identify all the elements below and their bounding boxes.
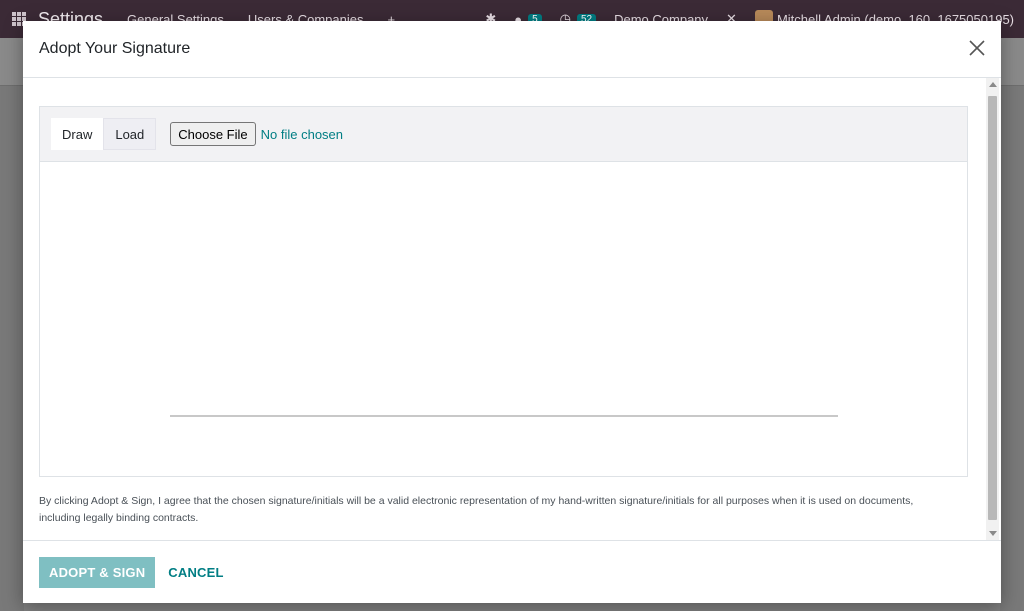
close-button[interactable] — [967, 37, 987, 59]
dialog-header: Adopt Your Signature — [23, 21, 1001, 78]
close-icon — [969, 40, 985, 56]
scroll-up-icon[interactable] — [989, 82, 997, 87]
cancel-button[interactable]: CANCEL — [168, 565, 223, 580]
dialog-scrollbar[interactable] — [986, 78, 999, 540]
signature-toolbar: Draw Load Choose File No file chosen — [40, 107, 967, 162]
tab-draw[interactable]: Draw — [51, 118, 104, 150]
dialog-body: Draw Load Choose File No file chosen By … — [23, 78, 1001, 540]
signature-canvas[interactable] — [40, 162, 967, 476]
adopt-and-sign-button[interactable]: ADOPT & SIGN — [39, 556, 156, 588]
adopt-signature-dialog: Adopt Your Signature Draw Load Choose Fi… — [23, 21, 1001, 603]
signature-panel: Draw Load Choose File No file chosen — [39, 106, 968, 477]
legal-disclaimer: By clicking Adopt & Sign, I agree that t… — [39, 495, 914, 524]
modal-backdrop: Adopt Your Signature Draw Load Choose Fi… — [0, 0, 1024, 611]
scroll-down-icon[interactable] — [989, 531, 997, 536]
choose-file-button[interactable]: Choose File — [170, 122, 256, 146]
dialog-title: Adopt Your Signature — [39, 40, 191, 57]
file-status-text: No file chosen — [260, 126, 344, 142]
signature-baseline — [170, 415, 838, 417]
scrollbar-thumb[interactable] — [988, 96, 997, 520]
tab-load[interactable]: Load — [103, 118, 157, 150]
dialog-footer: ADOPT & SIGN CANCEL — [23, 540, 1001, 603]
